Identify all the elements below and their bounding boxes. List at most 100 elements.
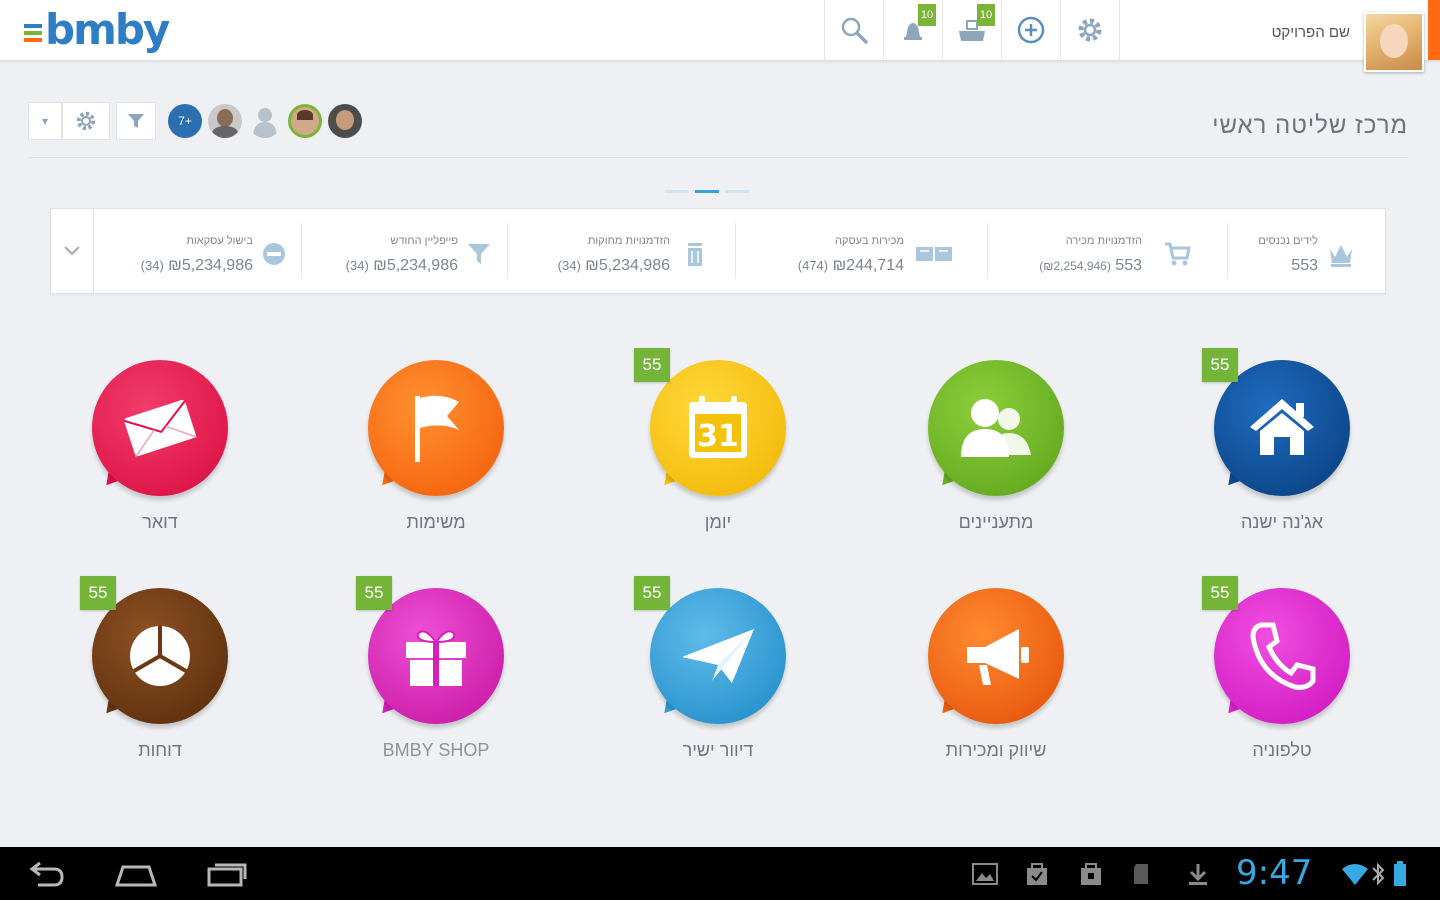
stat-deals-cooking[interactable]: בישול עסקאות (34) ₪5,234,986 bbox=[97, 223, 301, 279]
search-button[interactable] bbox=[824, 0, 883, 60]
contacts-icon bbox=[961, 399, 1031, 457]
toolbar-icons: 10 10 bbox=[824, 0, 1120, 60]
user-avatar-1[interactable] bbox=[208, 104, 242, 138]
user-avatar-2[interactable] bbox=[328, 104, 362, 138]
home-nav-icon bbox=[114, 865, 158, 887]
bag-icon[interactable] bbox=[1078, 861, 1104, 887]
page-dot-active[interactable] bbox=[695, 190, 719, 193]
tile-mail[interactable]: דואר bbox=[92, 360, 232, 532]
stat-incoming-leads[interactable]: לידים נכנסים 553 bbox=[1227, 223, 1384, 279]
add-button[interactable] bbox=[1001, 0, 1060, 60]
page-dot[interactable] bbox=[665, 190, 689, 193]
system-nav-bar: 9:47 bbox=[0, 847, 1440, 900]
stat-sales[interactable]: מכירות בעסקה (474) ₪244,714 bbox=[735, 223, 988, 279]
filter-button[interactable] bbox=[116, 102, 156, 140]
megaphone-icon bbox=[967, 629, 1029, 685]
gift-icon bbox=[406, 630, 466, 686]
top-bar: bmby 10 10 שם הפרויקט bbox=[0, 0, 1440, 72]
user-avatar[interactable] bbox=[1364, 12, 1424, 72]
flag-icon bbox=[415, 395, 459, 462]
chevron-down-icon bbox=[64, 246, 80, 256]
dropdown-button[interactable]: ▾ bbox=[28, 102, 62, 140]
tile-label: שיווק ומכירות bbox=[945, 740, 1047, 760]
tile-reports[interactable]: 55 דוחות bbox=[80, 576, 232, 760]
tile-old-agenda[interactable]: 55 אג'נה ישנה bbox=[1202, 348, 1354, 532]
search-icon bbox=[841, 17, 868, 44]
tile-label: דיוור ישיר bbox=[682, 740, 754, 760]
tile-label: יומן bbox=[704, 512, 732, 532]
signal-icons bbox=[1340, 857, 1408, 891]
stat-value: (34) ₪5,234,986 bbox=[140, 257, 253, 274]
tile-telephony[interactable]: 55 טלפוניה bbox=[1202, 576, 1354, 760]
trash-icon bbox=[688, 243, 702, 266]
person-icon bbox=[253, 108, 277, 138]
tile-bmby-shop[interactable]: 55 BMBY SHOP bbox=[356, 576, 508, 760]
back-icon bbox=[29, 861, 64, 887]
stat-sales-opportunities[interactable]: הזדמנויות מכירה (₪2,254,946) 553 bbox=[987, 223, 1228, 279]
sd-card-icon[interactable] bbox=[1132, 861, 1152, 887]
tile-badge: 55 bbox=[356, 576, 392, 610]
tile-badge: 55 bbox=[634, 348, 670, 382]
page-indicator[interactable] bbox=[665, 190, 749, 193]
stat-value: 553 bbox=[1291, 257, 1318, 274]
bag-check-icon[interactable] bbox=[1024, 861, 1050, 887]
paper-plane-icon bbox=[682, 629, 754, 683]
stat-deleted-opportunities[interactable]: הזדמנויות מחוקות (34) ₪5,234,986 bbox=[507, 223, 736, 279]
tile-bubble bbox=[368, 360, 504, 496]
logo-text: bmby bbox=[45, 5, 170, 54]
calendar-day-text: 31 bbox=[697, 419, 739, 454]
stat-pipeline[interactable]: פייפליין החודש (34) ₪5,234,986 bbox=[301, 223, 508, 279]
book-icon bbox=[916, 247, 952, 261]
home-button[interactable] bbox=[108, 855, 164, 893]
back-button[interactable] bbox=[18, 855, 74, 893]
page-dot[interactable] bbox=[725, 190, 749, 193]
tile-contacts[interactable]: מתעניינים bbox=[928, 360, 1068, 532]
project-name[interactable]: שם הפרויקט bbox=[1230, 24, 1350, 41]
tile-bubble bbox=[928, 588, 1064, 724]
inbox-button[interactable]: 10 bbox=[942, 0, 1001, 60]
tile-badge: 55 bbox=[1202, 348, 1238, 382]
crown-icon bbox=[1330, 245, 1352, 267]
filter-icon bbox=[128, 114, 144, 128]
stat-label: מכירות בעסקה bbox=[834, 235, 904, 247]
gear-icon bbox=[76, 111, 96, 131]
download-icon[interactable] bbox=[1186, 861, 1210, 887]
user-avatar-placeholder[interactable] bbox=[248, 104, 282, 138]
expand-stats-button[interactable] bbox=[51, 209, 94, 293]
bmby-logo[interactable]: bmby bbox=[24, 5, 170, 54]
user-avatar-active[interactable] bbox=[288, 104, 322, 138]
stat-label: לידים נכנסים bbox=[1258, 235, 1318, 247]
tile-badge: 55 bbox=[634, 576, 670, 610]
notifications-badge: 10 bbox=[918, 4, 936, 26]
stat-label: הזדמנויות מכירה bbox=[1065, 235, 1142, 247]
logo-bars bbox=[24, 24, 42, 42]
cart-icon bbox=[1165, 242, 1191, 266]
tile-bubble bbox=[92, 360, 228, 496]
view-settings-button[interactable] bbox=[62, 102, 110, 140]
tile-bubble bbox=[650, 588, 786, 724]
gallery-notification-icon[interactable] bbox=[970, 861, 1000, 887]
tile-label: טלפוניה bbox=[1252, 740, 1312, 760]
minus-circle-icon bbox=[263, 243, 285, 265]
tile-marketing-sales[interactable]: שיווק ומכירות bbox=[928, 588, 1068, 760]
stat-label: בישול עסקאות bbox=[186, 235, 253, 247]
tile-calendar[interactable]: 31 55 יומן bbox=[634, 348, 790, 532]
tile-label: BMBY SHOP bbox=[382, 740, 490, 760]
tile-tasks[interactable]: משימות bbox=[368, 360, 508, 532]
battery-icon bbox=[1394, 861, 1406, 886]
recent-apps-button[interactable] bbox=[198, 855, 254, 893]
tile-badge: 55 bbox=[80, 576, 116, 610]
home-icon bbox=[1250, 399, 1314, 455]
tile-bubble: 31 bbox=[650, 360, 786, 496]
side-tab[interactable] bbox=[1428, 0, 1440, 60]
plus-circle-icon bbox=[1017, 16, 1045, 44]
tile-label: אג'נה ישנה bbox=[1241, 512, 1323, 532]
notifications-button[interactable]: 10 bbox=[883, 0, 942, 60]
tile-label: דוחות bbox=[138, 740, 182, 760]
settings-button[interactable] bbox=[1060, 0, 1120, 60]
tile-direct-mail[interactable]: 55 דיוור ישיר bbox=[634, 576, 790, 760]
tile-label: משימות bbox=[406, 512, 466, 532]
more-users-badge[interactable]: 7+ bbox=[168, 104, 202, 138]
chevron-down-icon: ▾ bbox=[41, 114, 49, 128]
gear-icon bbox=[1078, 18, 1102, 42]
